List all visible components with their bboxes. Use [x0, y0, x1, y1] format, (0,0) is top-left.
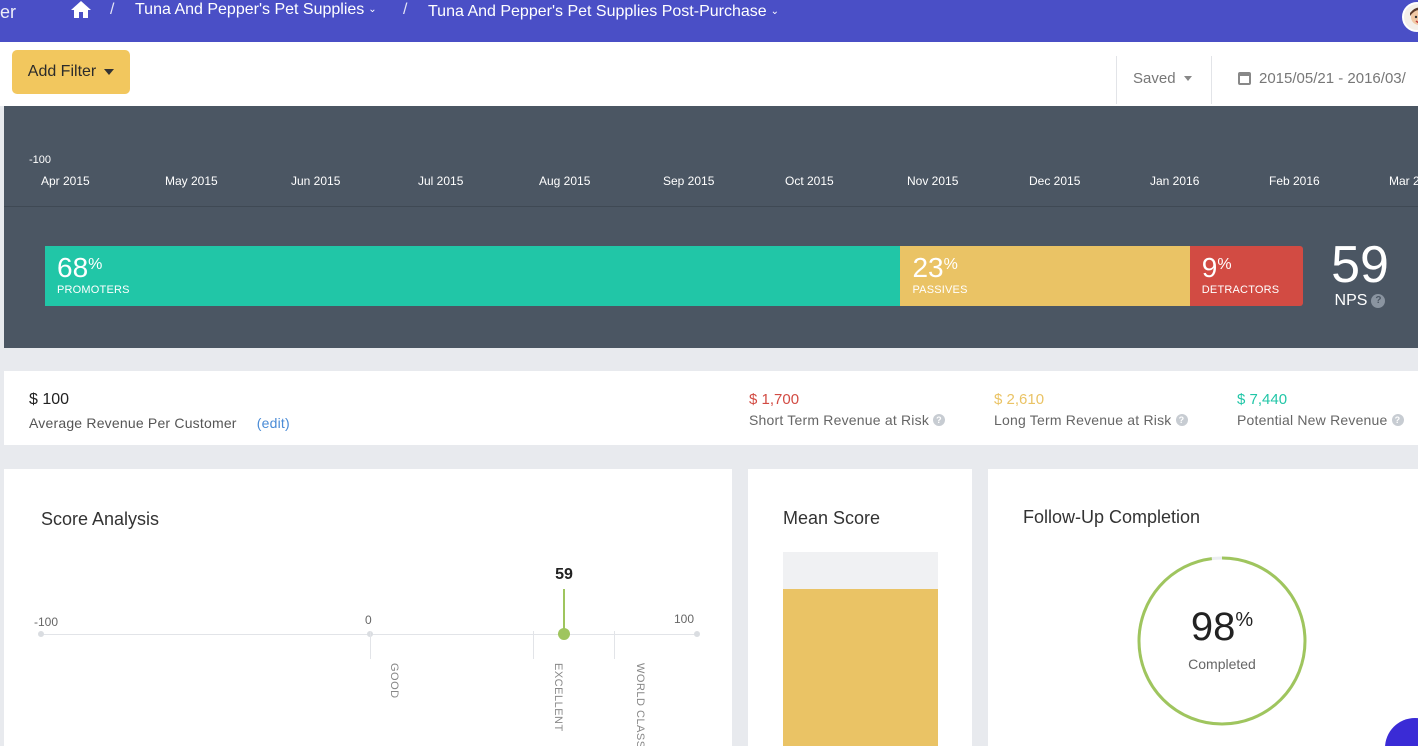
nps-score-value: 59 [1331, 236, 1389, 294]
date-range-picker[interactable]: 2015/05/21 - 2016/03/ [1238, 70, 1406, 87]
avatar[interactable] [1402, 2, 1418, 32]
breadcrumb-separator: / [403, 1, 408, 18]
zone-divider [614, 631, 615, 659]
follow-up-title: Follow-Up Completion [1023, 507, 1201, 527]
help-icon[interactable]: ? [1371, 294, 1386, 308]
zone-divider [533, 631, 534, 659]
percent-sign: % [943, 256, 958, 273]
breadcrumb-company[interactable]: Tuna And Pepper's Pet Supplies ⌄ [135, 1, 377, 19]
avg-revenue-value: $ 100 [29, 391, 70, 408]
potential-revenue-label: Potential New Revenue [1237, 412, 1388, 428]
score-analysis-title: Score Analysis [41, 509, 160, 529]
month-label: Aug 2015 [539, 174, 591, 188]
month-label: Jun 2015 [291, 174, 341, 188]
percent-sign: % [88, 256, 103, 273]
y-axis-tick: -100 [29, 154, 52, 166]
user-avatar-icon [1410, 7, 1418, 25]
brand-text: er [0, 2, 17, 22]
completion-label: Completed [1188, 656, 1256, 672]
scale-dot [38, 631, 44, 637]
percent-sign: % [1217, 256, 1232, 273]
detractors-pct: 9 [1201, 252, 1218, 283]
month-label: Jan 2016 [1150, 174, 1200, 188]
calendar-icon [1238, 72, 1251, 85]
month-label: Nov 2015 [907, 174, 959, 188]
scale-zero-label: 0 [365, 613, 372, 627]
revenue-summary: $ 100 Average Revenue Per Customer (edit… [4, 371, 1418, 445]
nps-score-label: NPS [1334, 292, 1368, 309]
month-label: Jul 2015 [418, 174, 464, 188]
zone-label-excellent: EXCELLENT [552, 663, 564, 732]
promoters-label: PROMOTERS [57, 284, 130, 296]
saved-label: Saved [1133, 70, 1176, 87]
breadcrumb-survey-label: Tuna And Pepper's Pet Supplies Post-Purc… [428, 3, 767, 20]
scale-max-label: 100 [674, 612, 695, 626]
help-icon[interactable]: ? [933, 414, 946, 426]
filter-bar: Add Filter Saved 2015/05/21 - 2016/03/ [0, 42, 1418, 106]
breadcrumb-company-label: Tuna And Pepper's Pet Supplies [135, 1, 365, 18]
long-term-risk: $ 2,610 Long Term Revenue at Risk? [994, 391, 1188, 428]
follow-up-card: Follow-Up Completion 98% Completed [988, 469, 1418, 746]
mean-score-fill [783, 589, 938, 746]
completion-value: 98% Completed [1136, 555, 1308, 727]
nps-score: 59 NPS ? [1322, 238, 1398, 310]
month-label: Sep 2015 [663, 174, 715, 188]
score-pointer [563, 589, 565, 633]
avg-revenue-label: Average Revenue Per Customer [29, 415, 237, 431]
zone-label-good: GOOD [388, 663, 400, 699]
detractors-label: DETRACTORS [1201, 284, 1280, 296]
passives-segment[interactable]: 23% PASSIVES [900, 246, 1190, 306]
chevron-down-icon: ⌄ [368, 4, 377, 15]
avg-revenue: $ 100 Average Revenue Per Customer (edit… [29, 391, 290, 431]
home-icon[interactable] [70, 0, 92, 20]
passives-label: PASSIVES [912, 284, 968, 296]
breadcrumb-survey[interactable]: Tuna And Pepper's Pet Supplies Post-Purc… [428, 3, 779, 21]
short-term-risk-label: Short Term Revenue at Risk [749, 412, 930, 428]
top-nav: er / Tuna And Pepper's Pet Supplies ⌄ / T… [0, 0, 1418, 42]
completion-pct: 98 [1190, 605, 1236, 649]
month-label: Feb 2016 [1269, 174, 1320, 188]
nps-trend-panel: -100 Apr 2015 May 2015 Jun 2015 Jul 2015… [4, 106, 1418, 348]
scale-min-label: -100 [34, 615, 59, 629]
caret-down-icon [104, 69, 115, 75]
date-range-label: 2015/05/21 - 2016/03/ [1259, 70, 1406, 87]
potential-revenue-value: $ 7,440 [1237, 391, 1288, 408]
nps-breakdown-bar: 68% PROMOTERS 23% PASSIVES 9% DETRACTORS [45, 246, 1303, 306]
saved-dropdown[interactable]: Saved [1133, 70, 1192, 87]
month-label: Apr 2015 [41, 174, 90, 188]
long-term-risk-value: $ 2,610 [994, 391, 1045, 408]
help-icon[interactable]: ? [1391, 414, 1404, 426]
promoters-segment[interactable]: 68% PROMOTERS [45, 246, 901, 306]
zone-label-world-class: WORLD CLASS [634, 663, 646, 746]
month-label: Oct 2015 [785, 174, 834, 188]
help-icon[interactable]: ? [1175, 414, 1188, 426]
long-term-risk-label: Long Term Revenue at Risk [994, 412, 1172, 428]
passives-pct: 23 [912, 252, 944, 283]
axis-line [4, 206, 1418, 207]
percent-sign: % [1235, 609, 1254, 631]
edit-revenue-link[interactable]: (edit) [257, 415, 290, 431]
zone-divider [370, 631, 371, 659]
month-label: May 2015 [165, 174, 218, 188]
scale-dot [694, 631, 700, 637]
score-marker-value: 59 [555, 566, 573, 583]
score-marker [558, 628, 570, 640]
promoters-pct: 68 [57, 252, 89, 283]
chevron-down-icon: ⌄ [770, 6, 780, 17]
score-analysis-card: Score Analysis -100 0 100 GOOD EXCELLENT… [4, 469, 732, 746]
detractors-segment[interactable]: 9% DETRACTORS [1189, 246, 1303, 306]
short-term-risk-value: $ 1,700 [749, 391, 800, 408]
caret-down-icon [1183, 76, 1192, 81]
add-filter-label: Add Filter [27, 63, 97, 80]
breadcrumb-separator: / [110, 1, 115, 18]
potential-revenue: $ 7,440 Potential New Revenue? [1237, 391, 1404, 428]
month-label: Mar 2 [1389, 174, 1418, 188]
mean-score-card: Mean Score [748, 469, 972, 746]
add-filter-button[interactable]: Add Filter [12, 50, 130, 94]
saved-dropdown-wrap: Saved [1116, 56, 1212, 104]
short-term-risk: $ 1,700 Short Term Revenue at Risk? [749, 391, 946, 428]
month-label: Dec 2015 [1029, 174, 1081, 188]
mean-score-title: Mean Score [783, 508, 881, 528]
